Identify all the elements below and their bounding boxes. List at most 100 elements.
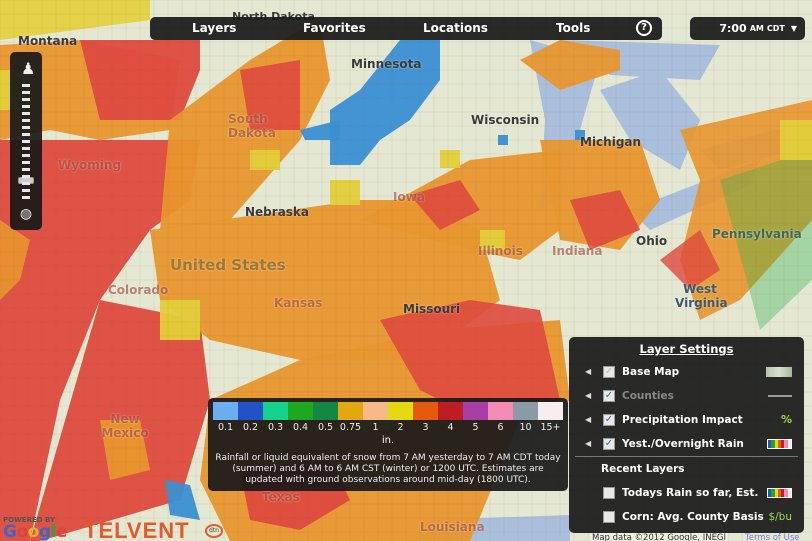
map-label-minnesota: Minnesota <box>351 57 422 71</box>
chevron-down-icon: ▼ <box>790 24 797 33</box>
zoom-level-tick[interactable] <box>22 154 30 157</box>
layer-label: Base Map <box>622 366 680 378</box>
menu-locations[interactable]: Locations <box>423 21 488 35</box>
map-label-missouri: Missouri <box>403 302 461 316</box>
pegman-icon[interactable]: ♟ <box>21 58 35 80</box>
time-zone: CDT <box>766 24 785 33</box>
map-label-wyoming: Wyoming <box>58 158 122 172</box>
map-label-new-mexico: New Mexico <box>101 412 149 440</box>
expand-arrow-icon[interactable]: ◀ <box>585 391 591 400</box>
yellow-county <box>440 150 460 168</box>
zoom-level-tick[interactable] <box>22 175 30 178</box>
map-label-colorado: Colorado <box>108 283 169 297</box>
percent-icon: % <box>780 413 792 426</box>
zoom-level-tick[interactable] <box>22 168 30 171</box>
map-data-copyright: Map data ©2012 Google, INEGI <box>590 533 729 541</box>
legend-color-scale <box>213 402 563 420</box>
rain-scale-icon <box>767 488 792 498</box>
map-label-kansas: Kansas <box>274 296 323 310</box>
legend-tick-label: 2 <box>397 422 404 433</box>
layer-settings-title[interactable]: Layer Settings <box>569 342 804 356</box>
zoom-level-tick[interactable] <box>22 112 30 115</box>
zoom-slider-control[interactable]: ♟ ◍ <box>10 52 42 230</box>
telvent-logo[interactable]: TELVENT <box>84 518 190 541</box>
legend-tick-label: 0.1 <box>217 422 234 433</box>
legend-tick-label: 1 <box>372 422 379 433</box>
layer-checkbox-yest-overnight-rain[interactable]: ✓ <box>603 438 615 450</box>
terms-of-use-link[interactable]: Terms of Use <box>745 533 800 541</box>
legend-swatch <box>213 402 238 420</box>
layer-row-counties: ◀ ✓ Counties <box>569 388 804 406</box>
zoom-level-tick[interactable] <box>22 189 30 192</box>
google-logo-letter: e <box>55 522 68 541</box>
legend-swatch <box>313 402 338 420</box>
legend-tick-label: 0.2 <box>242 422 259 433</box>
divider <box>575 456 798 457</box>
map-label-texas: Texas <box>262 490 300 504</box>
help-circle-icon[interactable]: ? <box>636 20 652 36</box>
time-selector-dropdown[interactable]: 7:00 AM CDT ▼ <box>690 17 805 40</box>
expand-arrow-icon[interactable]: ◀ <box>585 415 591 424</box>
google-logo-letter: o <box>27 522 40 541</box>
map-label-wisconsin: Wisconsin <box>471 113 540 127</box>
layer-label: Precipitation Impact <box>622 414 743 426</box>
legend-tick-label: 6 <box>497 422 504 433</box>
layer-label: Yest./Overnight Rain <box>622 438 744 450</box>
map-label-michigan: Michigan <box>580 135 642 149</box>
layer-checkbox-precipitation-impact[interactable]: ✓ <box>603 414 615 426</box>
google-logo-letter: o <box>16 522 28 541</box>
map-label-illinois: Illinois <box>478 244 523 258</box>
zoom-level-tick[interactable] <box>22 140 30 143</box>
layer-checkbox-counties[interactable]: ✓ <box>603 390 615 402</box>
zoom-level-tick[interactable] <box>22 133 30 136</box>
legend-tick-label: 0.5 <box>317 422 334 433</box>
legend-swatch <box>263 402 288 420</box>
google-logo[interactable]: Google <box>3 522 67 541</box>
zoom-level-tick[interactable] <box>22 182 30 185</box>
menu-layers[interactable]: Layers <box>192 21 236 35</box>
menu-favorites[interactable]: Favorites <box>303 21 366 35</box>
layer-checkbox-corn-basis[interactable] <box>603 511 615 523</box>
legend-swatch <box>438 402 463 420</box>
recent-layers-title: Recent Layers <box>601 463 685 475</box>
zoom-level-tick[interactable] <box>22 91 30 94</box>
zoom-level-tick[interactable] <box>22 161 30 164</box>
zoom-level-tick[interactable] <box>22 196 30 199</box>
zoom-level-tick[interactable] <box>22 84 30 87</box>
globe-icon[interactable]: ◍ <box>18 206 34 222</box>
menu-tools[interactable]: Tools <box>556 21 590 35</box>
expand-arrow-icon[interactable]: ◀ <box>585 439 591 448</box>
zoom-level-tick[interactable] <box>22 105 30 108</box>
legend-unit: in. <box>381 435 395 446</box>
layer-checkbox-base-map[interactable]: ✓ <box>603 366 615 378</box>
zoom-level-tick[interactable] <box>22 98 30 101</box>
google-logo-letter: G <box>3 522 17 541</box>
map-label-ohio: Ohio <box>636 234 668 248</box>
legend-tick-label: 0.4 <box>292 422 309 433</box>
precipitation-legend: 0.1 0.2 0.3 0.4 0.5 0.75 1 2 3 4 5 6 10 15+ in. Rainf… <box>208 398 568 491</box>
zoom-level-tick[interactable] <box>22 126 30 129</box>
legend-swatch <box>388 402 413 420</box>
top-menu-bar: Layers Favorites Locations Tools ? <box>150 17 662 40</box>
expand-arrow-icon[interactable]: ◀ <box>585 367 591 376</box>
layer-checkbox-todays-rain[interactable] <box>603 487 615 499</box>
zoom-level-tick[interactable] <box>22 119 30 122</box>
zoom-level-tick[interactable] <box>22 147 30 150</box>
time-value: 7:00 <box>719 22 747 35</box>
map-label-nebraska: Nebraska <box>245 205 310 219</box>
recent-layer-row-todays-rain: Todays Rain so far, Est. <box>569 485 804 503</box>
legend-swatch <box>413 402 438 420</box>
layer-label: Counties <box>622 390 674 402</box>
recent-layer-row-corn-basis: Corn: Avg. County Basis $/bu <box>569 509 804 527</box>
legend-description: Rainfall or liquid equivalent of snow fr… <box>215 453 561 485</box>
legend-swatch <box>338 402 363 420</box>
rain-scale-segment <box>787 489 791 497</box>
map-label-west-virginia: West Virginia <box>675 282 728 310</box>
legend-swatch <box>513 402 538 420</box>
legend-tick-label: 15+ <box>540 422 561 433</box>
legend-swatch <box>488 402 513 420</box>
map-label-south-dakota: South Dakota <box>228 112 276 140</box>
legend-swatch <box>363 402 388 420</box>
map-label-montana: Montana <box>18 34 78 48</box>
legend-tick-label: 4 <box>447 422 454 433</box>
